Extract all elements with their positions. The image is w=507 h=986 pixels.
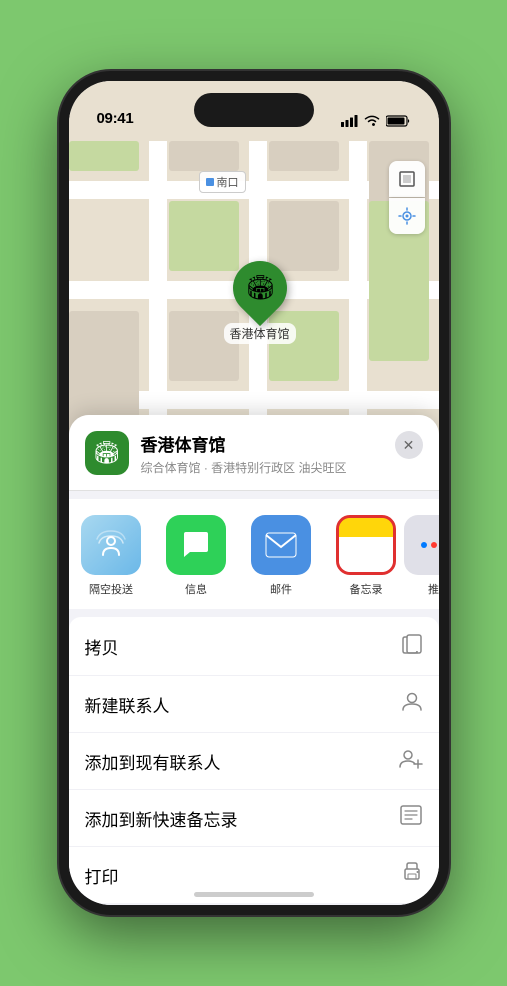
print-label: 打印 [85,863,119,888]
quick-note-icon [399,804,423,832]
dynamic-island [194,93,314,127]
messages-icon-wrap [166,515,226,575]
home-indicator [194,892,314,897]
action-quick-note[interactable]: 添加到新快速备忘录 [69,790,439,847]
action-add-contact[interactable]: 添加到现有联系人 [69,733,439,790]
status-time: 09:41 [97,110,134,127]
mail-icon-wrap [251,515,311,575]
signal-icon [341,115,358,127]
add-contact-icon [399,747,423,775]
print-icon [401,861,423,889]
action-list: 拷贝 新建联系人 添加到现有联系人 [69,617,439,903]
more-label: 推 [428,581,439,597]
airdrop-label: 隔空投送 [89,581,133,597]
new-contact-icon [401,690,423,718]
bottom-sheet: 🏟 香港体育馆 综合体育馆 · 香港特别行政区 油尖旺区 ✕ 隔空投送 [69,415,439,905]
map-controls [389,161,425,234]
notes-icon-wrap [336,515,396,575]
share-mail[interactable]: 邮件 [239,515,324,597]
map-south-entrance-label: 南口 [199,171,246,193]
share-notes[interactable]: 备忘录 [324,515,409,597]
place-info: 香港体育馆 综合体育馆 · 香港特别行政区 油尖旺区 [141,431,383,476]
action-copy[interactable]: 拷贝 [69,617,439,676]
map-layers-button[interactable] [389,161,425,197]
share-airdrop[interactable]: 隔空投送 [69,515,154,597]
quick-note-label: 添加到新快速备忘录 [85,806,238,831]
wifi-icon [364,115,380,127]
share-messages[interactable]: 信息 [154,515,239,597]
airdrop-icon-wrap [81,515,141,575]
place-header: 🏟 香港体育馆 综合体育馆 · 香港特别行政区 油尖旺区 ✕ [69,415,439,491]
more-icon-wrap [404,515,439,575]
location-marker: 🏟 香港体育馆 [224,261,296,344]
marker-pin-icon: 🏟 [244,274,274,303]
new-contact-label: 新建联系人 [85,692,170,717]
messages-label: 信息 [185,581,207,597]
place-name: 香港体育馆 [141,431,383,456]
copy-icon [401,631,423,661]
notes-label: 备忘录 [350,581,383,597]
phone-frame: 09:41 [59,71,449,915]
action-new-contact[interactable]: 新建联系人 [69,676,439,733]
share-more[interactable]: 推 [409,515,439,597]
share-row: 隔空投送 信息 邮件 [69,499,439,609]
add-contact-label: 添加到现有联系人 [85,749,221,774]
marker-pin: 🏟 [221,250,297,326]
place-icon: 🏟 [85,431,129,475]
location-button[interactable] [389,198,425,234]
place-subtitle: 综合体育馆 · 香港特别行政区 油尖旺区 [141,459,383,476]
status-icons [341,115,411,127]
copy-label: 拷贝 [85,634,119,659]
mail-label: 邮件 [270,581,292,597]
close-button[interactable]: ✕ [395,431,423,459]
battery-icon [386,115,411,127]
